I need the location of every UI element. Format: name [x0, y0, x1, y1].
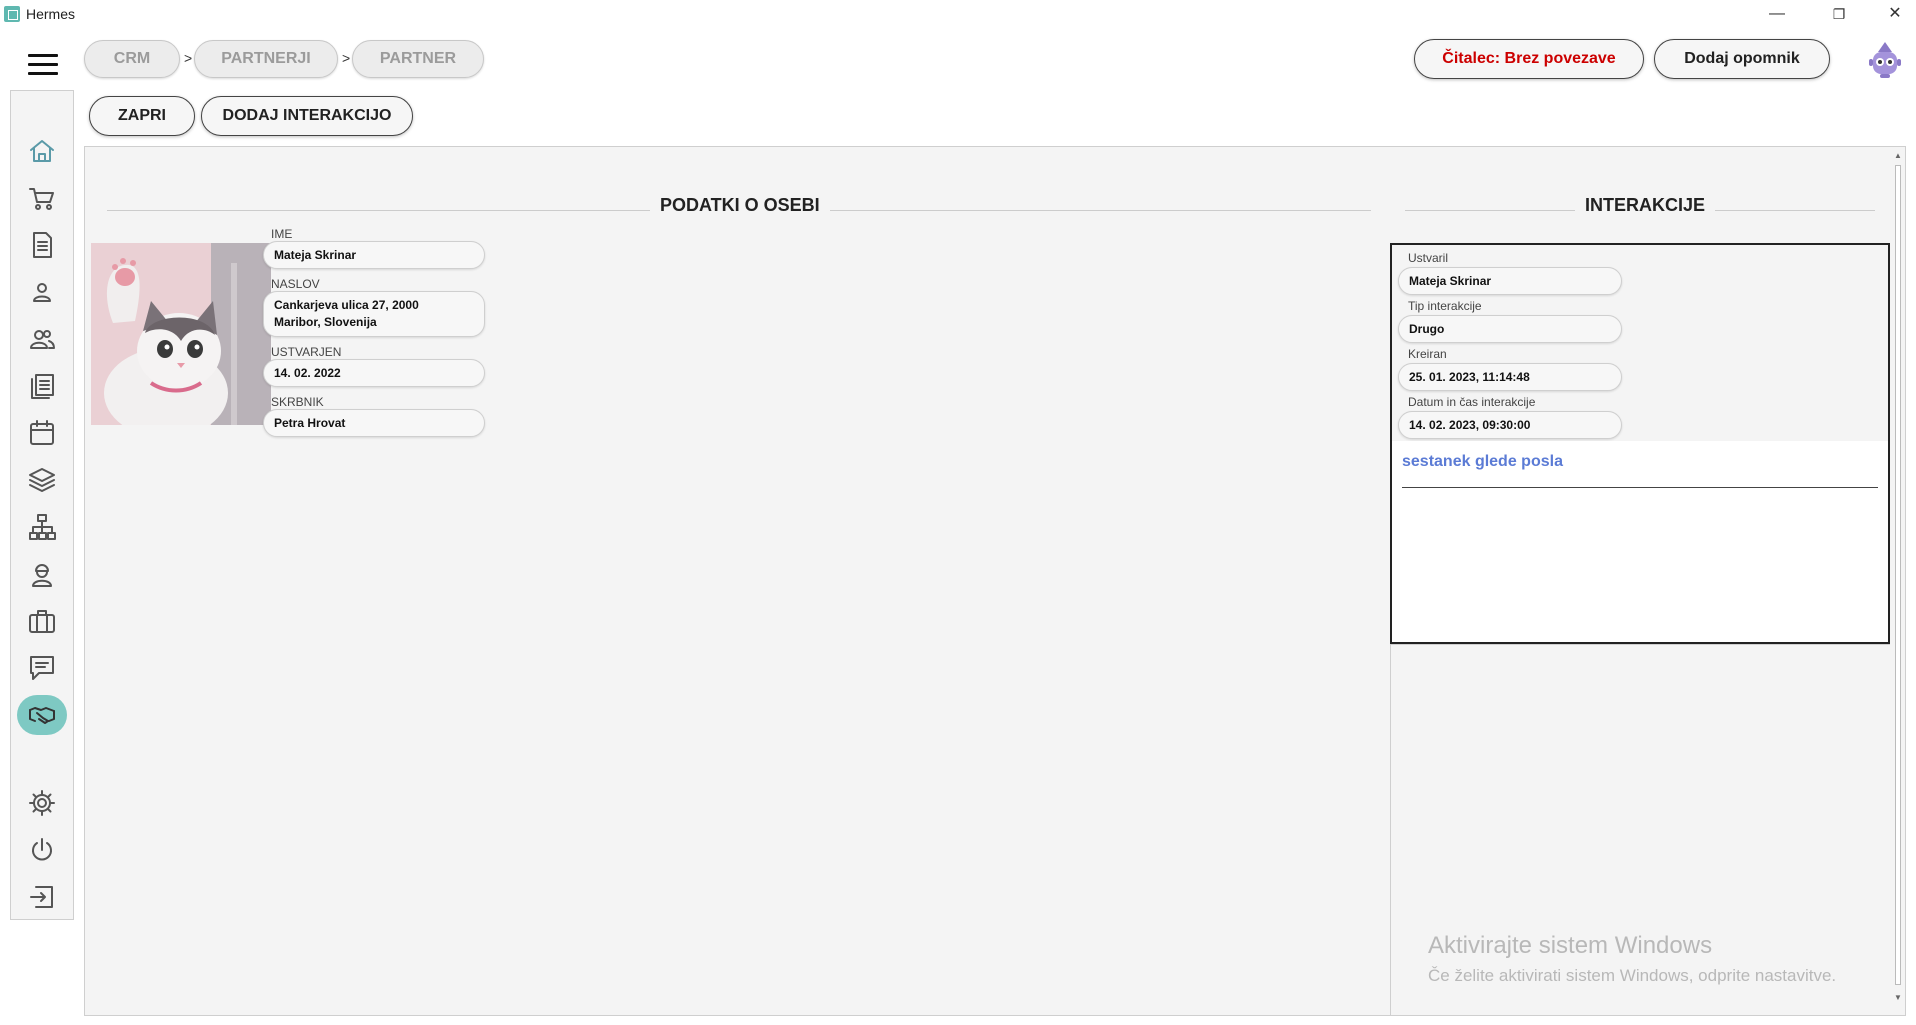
- menu-icon[interactable]: [28, 54, 58, 76]
- interaction-card[interactable]: Ustvaril Mateja Skrinar Tip interakcije …: [1390, 243, 1890, 644]
- sidebar-item-settings[interactable]: [17, 783, 67, 823]
- breadcrumb-partner[interactable]: PARTNER: [352, 40, 484, 78]
- assistant-robot-icon[interactable]: [1868, 40, 1902, 80]
- interaction-type-label: Tip interakcije: [1408, 299, 1482, 313]
- people-icon: [30, 330, 55, 349]
- windows-activation-subtitle: Če želite aktivirati sistem Windows, odp…: [1428, 966, 1837, 985]
- windows-activation-title: Aktivirajte sistem Windows: [1428, 932, 1713, 959]
- briefcase-icon: [29, 610, 55, 633]
- add-interaction-button[interactable]: DODAJ INTERAKCIJO: [201, 96, 413, 136]
- scroll-down-icon[interactable]: ▼: [1894, 993, 1902, 1002]
- address-field: Cankarjeva ulica 27, 2000 Maribor, Slove…: [263, 291, 485, 337]
- breadcrumb-partnerji[interactable]: PARTNERJI: [194, 40, 338, 78]
- main-content: PODATKI O OSEBI INTERAKCIJE IME Mateja S…: [84, 146, 1906, 1016]
- panel-divider: [1390, 644, 1890, 645]
- scroll-up-icon[interactable]: ▲: [1894, 151, 1902, 160]
- interactions-section-title: INTERAKCIJE: [1575, 195, 1716, 216]
- note-divider: [1402, 487, 1878, 488]
- name-field: Mateja Skrinar: [263, 241, 485, 269]
- restore-button[interactable]: ❐: [1816, 2, 1862, 26]
- document-icon: [33, 232, 52, 258]
- address-line-2: Maribor, Slovenija: [274, 315, 377, 329]
- minimize-button[interactable]: —: [1754, 2, 1800, 26]
- add-reminder-button[interactable]: Dodaj opomnik: [1654, 39, 1830, 79]
- interaction-type-field: Drugo: [1398, 315, 1622, 343]
- created-field: 14. 02. 2022: [263, 359, 485, 387]
- sidebar-item-workers[interactable]: [17, 554, 67, 594]
- interaction-datetime-field: 14. 02. 2023, 09:30:00: [1398, 411, 1622, 439]
- interaction-note-text: sestanek glede posla: [1402, 453, 1563, 470]
- title-bar: Hermes — ❐ ✕: [0, 0, 1916, 28]
- gear-icon: [29, 790, 55, 816]
- close-window-button[interactable]: ✕: [1872, 2, 1916, 26]
- list-icon: [31, 374, 54, 399]
- created-label: USTVARJEN: [271, 345, 342, 359]
- sidebar-item-shop[interactable]: [17, 178, 67, 218]
- layers-icon: [29, 468, 55, 492]
- name-label: IME: [271, 227, 293, 241]
- sidebar-item-home[interactable]: [17, 131, 67, 171]
- scrollbar-thumb[interactable]: [1895, 165, 1901, 985]
- interaction-created-label: Kreiran: [1408, 347, 1447, 361]
- app-icon: [4, 6, 20, 22]
- sidebar: [10, 90, 74, 920]
- created-by-field: Mateja Skrinar: [1398, 267, 1622, 295]
- guardian-label: SKRBNIK: [271, 395, 324, 409]
- sidebar-item-calendar[interactable]: [17, 413, 67, 453]
- created-by-label: Ustvaril: [1408, 251, 1449, 265]
- person-icon: [33, 283, 51, 302]
- logout-icon: [30, 886, 53, 908]
- sidebar-item-power[interactable]: [17, 830, 67, 870]
- home-icon: [30, 140, 54, 162]
- interaction-note: sestanek glede posla: [1392, 441, 1888, 642]
- interaction-created-field: 25. 01. 2023, 11:14:48: [1398, 363, 1622, 391]
- close-button[interactable]: ZAPRI: [89, 96, 195, 136]
- guardian-field: Petra Hrovat: [263, 409, 485, 437]
- address-label: NASLOV: [271, 277, 320, 291]
- breadcrumb-crm[interactable]: CRM: [84, 40, 180, 78]
- breadcrumb-separator: >: [342, 50, 351, 66]
- sidebar-item-structure[interactable]: [17, 507, 67, 547]
- person-section-title: PODATKI O OSEBI: [650, 195, 830, 216]
- sidebar-item-layers[interactable]: [17, 460, 67, 500]
- sidebar-item-list[interactable]: [17, 366, 67, 406]
- sitemap-icon: [29, 514, 56, 540]
- panel-divider: [1390, 644, 1391, 1016]
- sidebar-item-jobs[interactable]: [17, 601, 67, 641]
- reader-status-button[interactable]: Čitalec: Brez povezave: [1414, 39, 1644, 79]
- sidebar-item-logout[interactable]: [17, 877, 67, 917]
- worker-icon: [32, 564, 52, 587]
- person-photo: [91, 243, 271, 425]
- power-icon: [32, 838, 52, 861]
- sidebar-item-contacts[interactable]: [17, 319, 67, 359]
- chat-icon: [30, 656, 54, 680]
- sidebar-item-messages[interactable]: [17, 648, 67, 688]
- sidebar-item-documents[interactable]: [17, 225, 67, 265]
- window-title: Hermes: [26, 6, 76, 22]
- handshake-icon: [29, 707, 55, 724]
- address-line-1: Cankarjeva ulica 27, 2000: [274, 298, 419, 312]
- kitten-photo: [91, 243, 271, 425]
- breadcrumb-separator: >: [184, 50, 193, 66]
- cart-icon: [29, 188, 54, 210]
- scrollbar[interactable]: ▲ ▼: [1893, 151, 1903, 1011]
- calendar-icon: [30, 420, 54, 445]
- interaction-datetime-label: Datum in čas interakcije: [1408, 395, 1536, 409]
- sidebar-item-person[interactable]: [17, 272, 67, 312]
- sidebar-item-partners[interactable]: [17, 695, 67, 735]
